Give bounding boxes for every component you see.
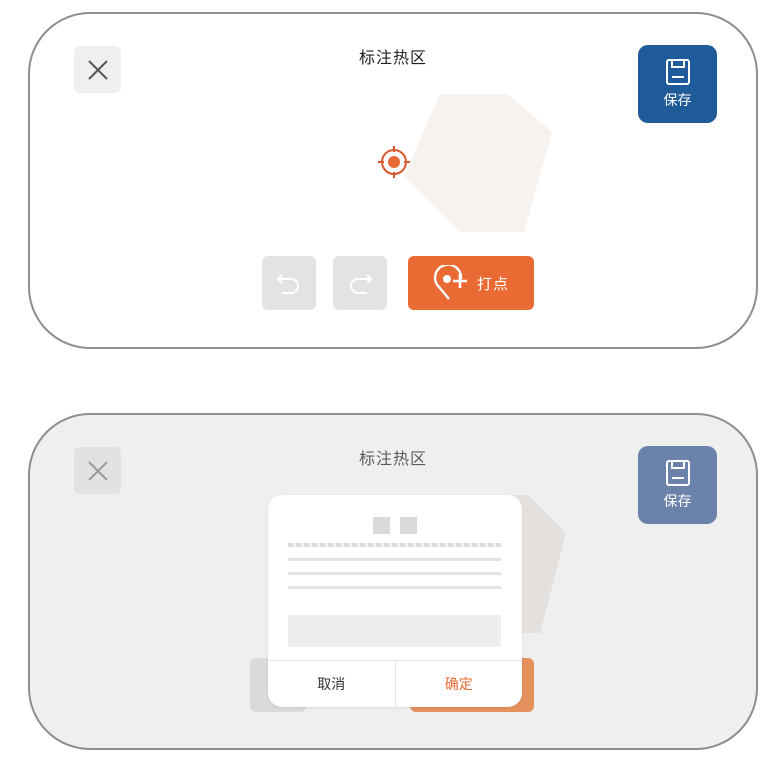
add-point-button[interactable]: 打点 [408, 256, 534, 310]
redo-icon [350, 274, 373, 294]
confirm-dialog: 取消 确定 [268, 495, 522, 707]
location-add-icon [433, 265, 467, 300]
target-crosshair-icon[interactable] [376, 144, 412, 180]
dialog-text-placeholder-line [288, 586, 501, 589]
save-button[interactable]: 保存 [638, 446, 717, 524]
dialog-text-placeholder-line [288, 543, 501, 547]
redo-button[interactable] [333, 256, 387, 310]
placeholder-block [400, 517, 417, 534]
hotzone-editor-dialog-screen: 标注热区 保存 取消 确定 [28, 413, 758, 750]
dialog-input-field[interactable] [288, 615, 501, 647]
dialog-actions: 取消 确定 [268, 660, 522, 707]
cancel-button[interactable]: 取消 [268, 661, 396, 707]
placeholder-block [373, 517, 390, 534]
confirm-button[interactable]: 确定 [396, 661, 523, 707]
floppy-disk-icon [665, 460, 690, 486]
save-label: 保存 [663, 494, 692, 510]
add-point-label: 打点 [476, 274, 509, 293]
undo-button[interactable] [262, 256, 316, 310]
undo-icon [276, 274, 299, 294]
hotzone-editor-screen: 标注热区 保存 打点 [28, 12, 758, 349]
dialog-title-placeholder [268, 517, 522, 534]
save-button[interactable]: 保存 [638, 45, 717, 123]
hotzone-hexagon[interactable] [400, 92, 556, 234]
dialog-text-placeholder-line [288, 558, 501, 561]
floppy-disk-icon [665, 59, 690, 85]
dialog-text-placeholder-line [288, 572, 501, 575]
save-label: 保存 [663, 93, 692, 109]
